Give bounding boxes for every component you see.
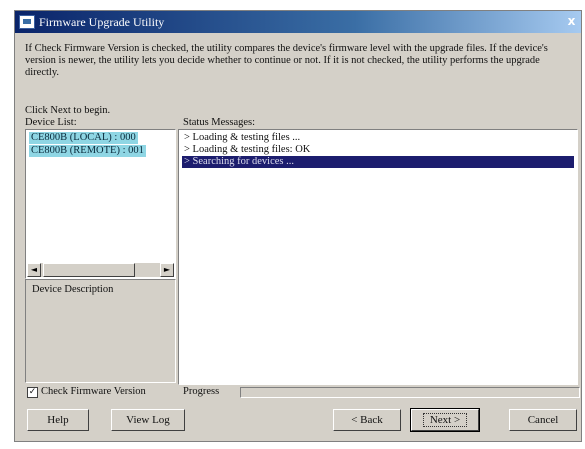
device-item-remote[interactable]: CE800B (REMOTE) : 001 — [29, 145, 146, 157]
app-icon — [19, 15, 35, 29]
next-button[interactable]: Next > — [410, 408, 480, 432]
scroll-left-icon[interactable]: ◄ — [27, 263, 41, 277]
upgrade-utility-window: Firmware Upgrade Utility x If Check Firm… — [14, 10, 582, 442]
back-button[interactable]: < Back — [333, 409, 401, 431]
device-description-label: Device Description — [32, 284, 114, 295]
scroll-right-icon[interactable]: ► — [160, 263, 174, 277]
click-next-instruction: Click Next to begin. — [25, 105, 111, 116]
device-list[interactable]: CE800B (LOCAL) : 000 CE800B (REMOTE) : 0… — [25, 129, 176, 279]
status-message: > Loading & testing files ... — [184, 132, 301, 143]
status-messages-label: Status Messages: — [183, 117, 256, 128]
progress-bar — [240, 387, 580, 398]
view-log-button[interactable]: View Log — [111, 409, 185, 431]
check-firmware-checkbox[interactable]: ✓ — [27, 387, 38, 398]
close-icon[interactable]: x — [564, 14, 579, 29]
scroll-thumb[interactable] — [43, 263, 135, 277]
status-message: > Loading & testing files: OK — [184, 144, 311, 155]
title-bar[interactable]: Firmware Upgrade Utility x — [15, 11, 581, 33]
progress-label: Progress — [183, 386, 220, 397]
status-message-selected: > Searching for devices ... — [182, 156, 574, 168]
cancel-button[interactable]: Cancel — [509, 409, 577, 431]
device-list-label: Device List: — [25, 117, 77, 128]
help-button[interactable]: Help — [27, 409, 89, 431]
device-description-panel: Device Description — [25, 279, 176, 383]
device-item-local[interactable]: CE800B (LOCAL) : 000 — [29, 132, 138, 144]
next-button-label: Next > — [422, 413, 468, 427]
window-title: Firmware Upgrade Utility — [39, 15, 165, 29]
check-firmware-label: Check Firmware Version — [41, 386, 146, 397]
horizontal-scrollbar[interactable]: ◄ ► — [27, 263, 174, 277]
intro-text: If Check Firmware Version is checked, th… — [25, 43, 548, 78]
status-messages-list[interactable]: > Loading & testing files ... > Loading … — [178, 129, 578, 385]
